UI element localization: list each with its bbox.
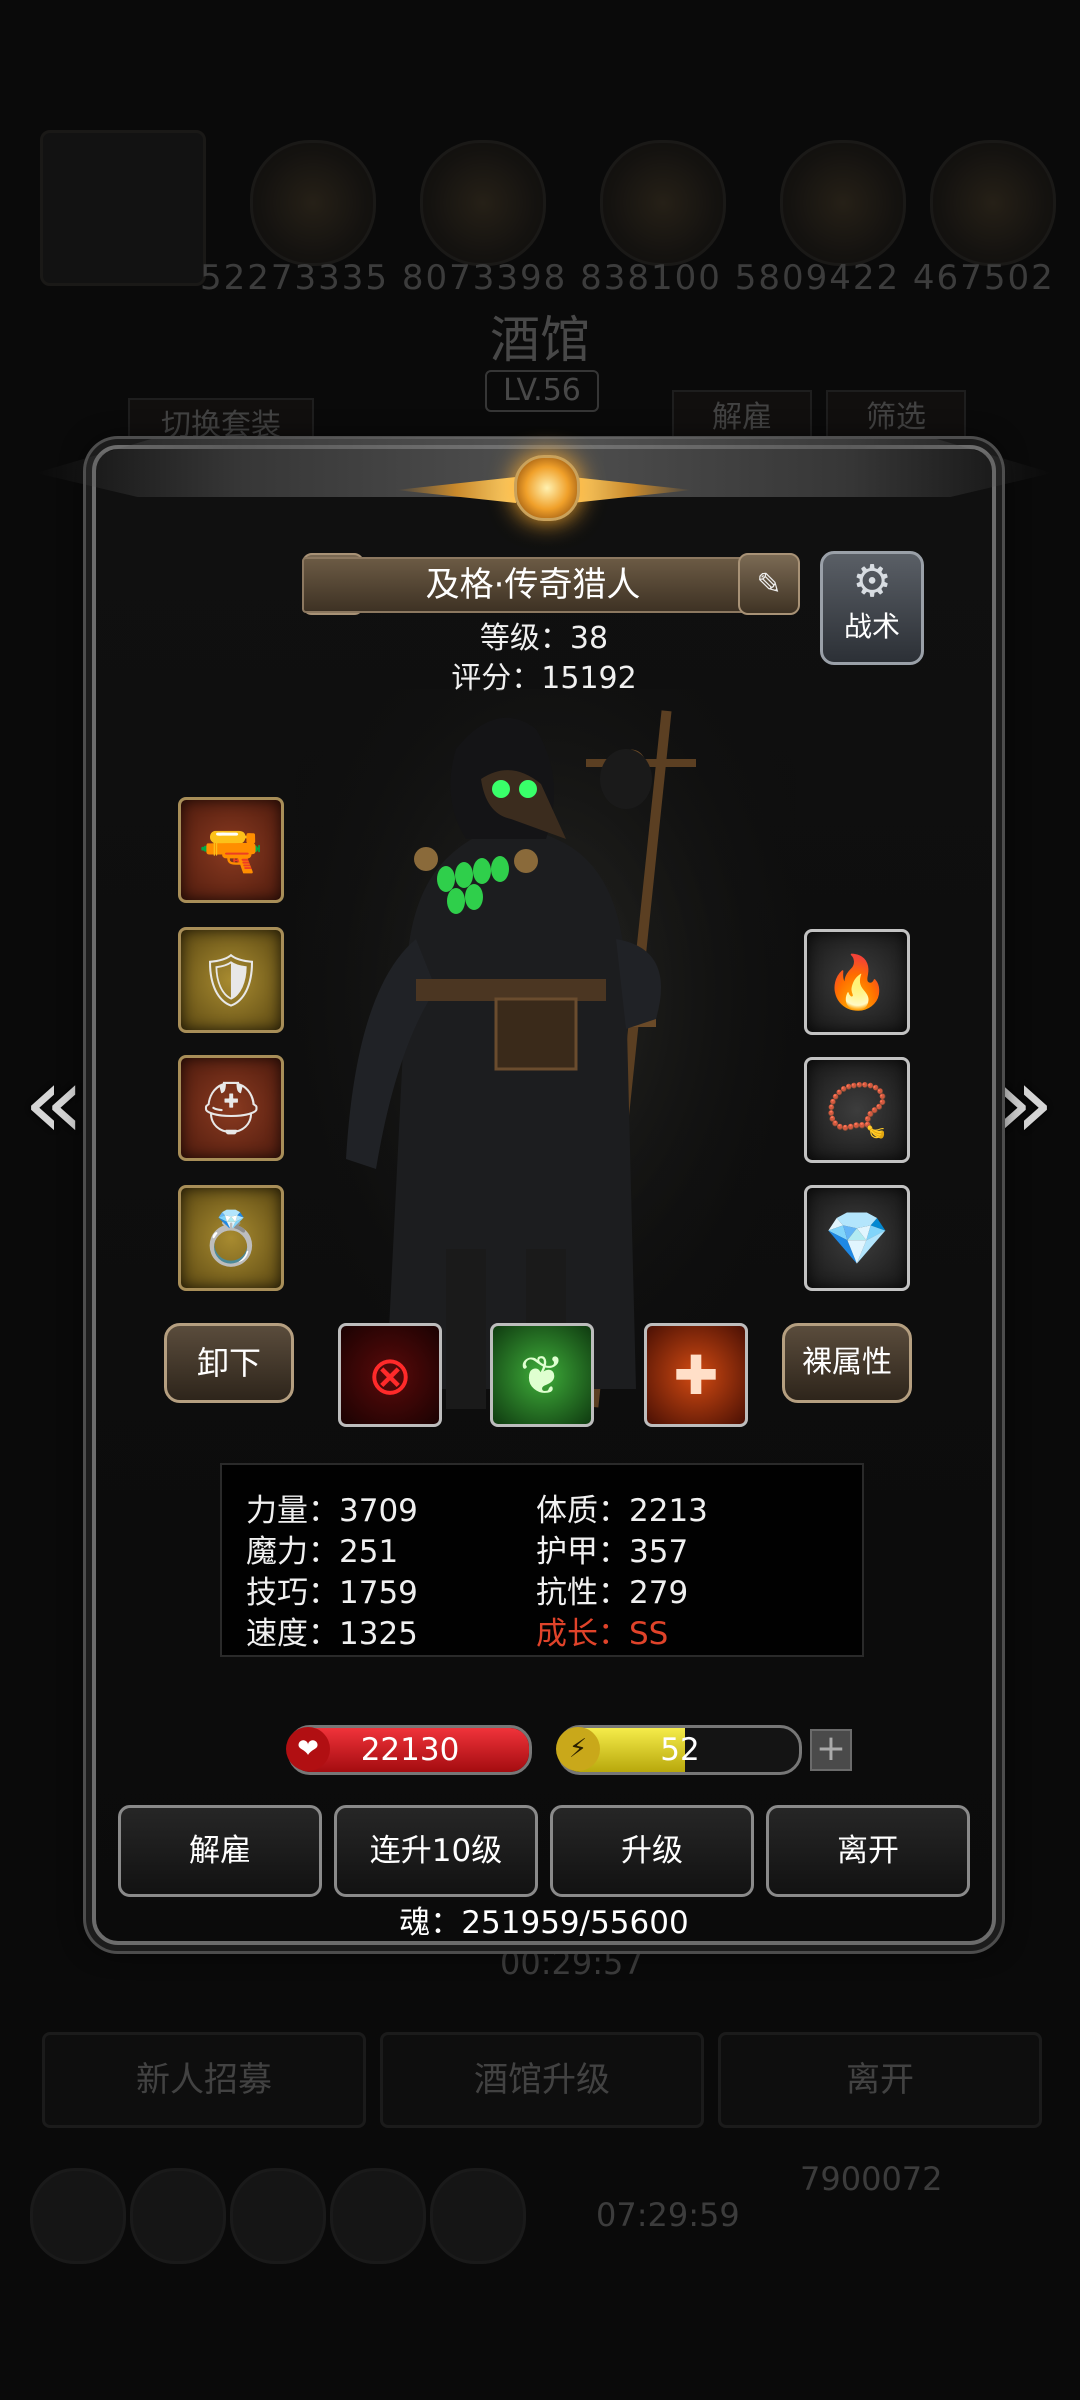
rename-button[interactable]: ✎ bbox=[738, 553, 800, 615]
resource-slot bbox=[930, 140, 1056, 266]
gear-icon: ⚙ bbox=[852, 556, 892, 607]
bg-menu-circle bbox=[330, 2168, 426, 2264]
stat-skill: 技巧：1759 bbox=[246, 1575, 418, 1611]
skill-slot-3[interactable]: ✚ bbox=[644, 1323, 748, 1427]
edit-icon: ✎ bbox=[756, 566, 782, 602]
stat-speed: 速度：1325 bbox=[246, 1616, 418, 1652]
musket-icon: 🔫 bbox=[198, 820, 264, 881]
hero-name: 及格·传奇猎人 bbox=[302, 557, 764, 613]
ring-slot[interactable]: 💍 bbox=[178, 1185, 284, 1291]
page-title: 酒馆 bbox=[490, 311, 590, 369]
resource-slot bbox=[250, 140, 376, 266]
bg-menu-circle bbox=[30, 2168, 126, 2264]
armor-slot[interactable]: 🛡 bbox=[178, 927, 284, 1033]
fire-orb-icon: 🔥 bbox=[824, 952, 890, 1013]
chest-armor-icon: 🛡 bbox=[197, 950, 264, 1011]
upgrade-10-button[interactable]: 连升10级 bbox=[334, 1805, 538, 1897]
skill-slot-1[interactable]: ⊗ bbox=[338, 1323, 442, 1427]
tavern-level-badge: LV.56 bbox=[485, 370, 599, 412]
resource-values: 52273335 8073398 838100 5809422 467502 bbox=[200, 258, 1055, 298]
recruit-button: 新人招募 bbox=[42, 2032, 366, 2128]
ring-icon: 💍 bbox=[198, 1208, 264, 1269]
stat-resistance: 抗性：279 bbox=[536, 1575, 689, 1611]
poison-skill-icon: ❦ bbox=[519, 1343, 565, 1407]
helmet-slot[interactable]: ⛑ bbox=[178, 1055, 284, 1161]
stats-panel: 力量：3709 魔力：251 技巧：1759 速度：1325 体质：2213 护… bbox=[220, 1463, 864, 1657]
hero-level: 等级：38 bbox=[479, 621, 609, 656]
stat-growth: 成长：SS bbox=[536, 1616, 669, 1652]
skill-slot-2[interactable]: ❦ bbox=[490, 1323, 594, 1427]
prev-hero-button[interactable]: « bbox=[14, 1048, 94, 1158]
resource-slot bbox=[600, 140, 726, 266]
double-chevron-left-icon: « bbox=[23, 1044, 85, 1161]
blue-gem-icon: 💎 bbox=[824, 1208, 890, 1269]
bg-menu-circle bbox=[230, 2168, 326, 2264]
bg-menu-circle bbox=[430, 2168, 526, 2264]
dismiss-button[interactable]: 解雇 bbox=[118, 1805, 322, 1897]
upgrade-button[interactable]: 升级 bbox=[550, 1805, 754, 1897]
add-energy-button[interactable]: + bbox=[810, 1729, 852, 1771]
rank-emblem bbox=[396, 441, 602, 531]
hero-detail-dialog: ◎ 及格·传奇猎人 ✎ ⚙ 战术 等级：38 评分：15192 bbox=[36, 437, 1052, 1945]
double-chevron-right-icon: » bbox=[993, 1044, 1055, 1161]
naked-stats-button[interactable]: 裸属性 bbox=[782, 1323, 912, 1403]
chest-timer: 07:29:59 bbox=[596, 2196, 740, 2234]
gold-amount: 7900072 bbox=[800, 2160, 943, 2198]
stat-magic: 魔力：251 bbox=[246, 1534, 399, 1570]
avatar bbox=[40, 130, 206, 286]
bg-leave-button: 离开 bbox=[718, 2032, 1042, 2128]
next-hero-button[interactable]: » bbox=[984, 1048, 1064, 1158]
bg-menu-circle bbox=[130, 2168, 226, 2264]
unequip-button[interactable]: 卸下 bbox=[164, 1323, 294, 1403]
accessory-slot-3[interactable]: 💎 bbox=[804, 1185, 910, 1291]
accessory-slot-2[interactable]: 📿 bbox=[804, 1057, 910, 1163]
resource-slot bbox=[780, 140, 906, 266]
leave-button[interactable]: 离开 bbox=[766, 1805, 970, 1897]
sun-emblem-icon bbox=[514, 455, 580, 521]
resource-slot bbox=[420, 140, 546, 266]
tavern-upgrade-button: 酒馆升级 bbox=[380, 2032, 704, 2128]
bg-timer: 00:29:57 bbox=[500, 1944, 644, 1982]
lightning-icon: ⚡ bbox=[556, 1727, 600, 1771]
stat-armor: 护甲：357 bbox=[536, 1534, 689, 1570]
heal-cross-icon: ✚ bbox=[673, 1343, 719, 1407]
accessory-slot-1[interactable]: 🔥 bbox=[804, 929, 910, 1035]
helmet-icon: ⛑ bbox=[197, 1078, 264, 1139]
stat-constitution: 体质：2213 bbox=[536, 1493, 708, 1529]
stat-strength: 力量：3709 bbox=[246, 1493, 418, 1529]
heart-icon: ❤ bbox=[286, 1727, 330, 1771]
soul-counter: 魂：251959/55600 bbox=[399, 1905, 689, 1941]
weapon-slot[interactable]: 🔫 bbox=[178, 797, 284, 903]
amulet-icon: 📿 bbox=[824, 1080, 890, 1141]
crosshair-skill-icon: ⊗ bbox=[367, 1343, 413, 1407]
